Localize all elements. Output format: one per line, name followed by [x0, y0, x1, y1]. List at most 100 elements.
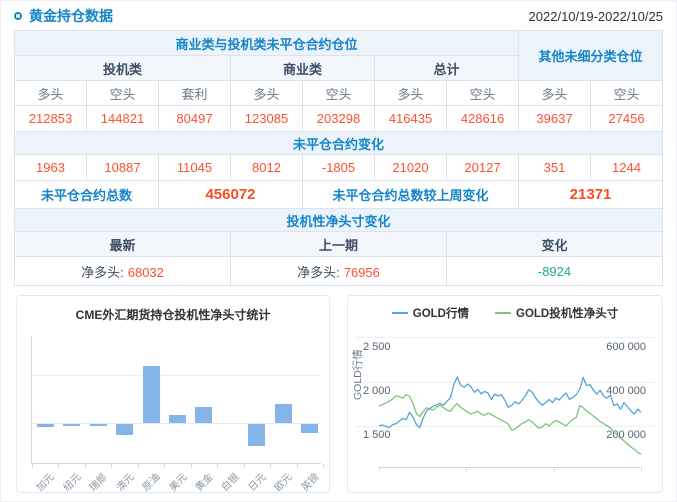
total-change-value: 21371 — [519, 181, 663, 209]
group-header-speculative: 投机类 — [15, 56, 231, 81]
total-change-label: 未平仓合约总数较上周变化 — [303, 181, 519, 209]
total-open-interest-value: 456072 — [159, 181, 303, 209]
page-title-wrap: 黄金持仓数据 — [14, 6, 113, 26]
x-axis-tick — [32, 464, 33, 468]
bar-黄金 — [195, 407, 212, 423]
change-value: 21020 — [375, 155, 447, 181]
bar-日元 — [248, 424, 265, 446]
category-label: 纽元 — [59, 469, 84, 494]
position-value: 416435 — [375, 106, 447, 132]
group-header-total: 总计 — [375, 56, 519, 81]
line-plot — [348, 296, 664, 496]
x-axis-tick — [138, 464, 139, 468]
section-header-net: 投机性净头寸变化 — [15, 209, 663, 232]
net-previous-value: 76956 — [344, 265, 380, 280]
bar-原油 — [143, 366, 160, 423]
change-value: -1805 — [303, 155, 375, 181]
x-axis-tick — [85, 464, 86, 468]
x-axis-tick — [554, 467, 555, 471]
bar-chart-title: CME外汇期货持仓投机性净头寸统计 — [17, 306, 329, 323]
total-open-interest-label: 未平仓合约总数 — [15, 181, 159, 209]
bar-美元 — [169, 415, 186, 423]
bar-欧元 — [275, 404, 292, 423]
col-header: 空头 — [87, 81, 159, 106]
x-axis-tick — [58, 464, 59, 468]
x-axis-tick — [217, 464, 218, 468]
section-header-main: 商业类与投机类未平仓合约仓位 — [15, 31, 519, 56]
net-change-value: -8924 — [447, 257, 663, 286]
bar-x-axis — [31, 463, 321, 464]
x-axis-tick — [111, 464, 112, 468]
change-value: 1963 — [15, 155, 87, 181]
group-header-commercial: 商业类 — [231, 56, 375, 81]
change-value: 20127 — [447, 155, 519, 181]
col-header: 多头 — [519, 81, 591, 106]
section-header-change: 未平仓合约变化 — [15, 132, 663, 155]
date-range: 2022/10/19-2022/10/25 — [529, 9, 663, 24]
change-value: 1244 — [591, 155, 663, 181]
circle-bullet-icon — [14, 12, 22, 20]
series-line-gold-price — [379, 377, 641, 428]
x-axis-tick — [191, 464, 192, 468]
net-latest-value: 68032 — [128, 265, 164, 280]
col-header: 空头 — [591, 81, 663, 106]
series-line-net-position — [379, 395, 641, 454]
gridline — [32, 375, 321, 376]
net-previous-label: 净多头: — [297, 265, 340, 280]
x-axis-tick — [466, 467, 467, 471]
category-label: 欧元 — [270, 469, 295, 494]
x-axis-tick — [323, 464, 324, 468]
col-header: 多头 — [231, 81, 303, 106]
category-label: 白银 — [217, 469, 242, 494]
category-label: 黄金 — [191, 469, 216, 494]
bar-chart-card: CME外汇期货持仓投机性净头寸统计 加元纽元瑞郎澳元原油美元黄金白银日元欧元英镑 — [16, 295, 330, 493]
net-latest-label: 净多头: — [81, 265, 124, 280]
net-col-latest: 最新 — [15, 232, 231, 257]
position-value: 123085 — [231, 106, 303, 132]
col-header: 空头 — [447, 81, 519, 106]
position-value: 27456 — [591, 106, 663, 132]
col-header: 空头 — [303, 81, 375, 106]
x-axis-tick — [379, 467, 380, 471]
net-col-previous: 上一期 — [231, 232, 447, 257]
section-header-other: 其他未细分类仓位 — [519, 31, 663, 81]
category-label: 日元 — [244, 469, 269, 494]
position-value: 203298 — [303, 106, 375, 132]
position-value: 80497 — [159, 106, 231, 132]
category-label: 美元 — [164, 469, 189, 494]
change-value: 10887 — [87, 155, 159, 181]
x-axis-tick — [270, 464, 271, 468]
category-label: 澳元 — [111, 469, 136, 494]
bar-y-axis — [31, 336, 32, 463]
category-label: 英镑 — [297, 469, 322, 494]
category-label: 原油 — [138, 469, 163, 494]
header-bar: 黄金持仓数据 2022/10/19-2022/10/25 — [14, 6, 663, 26]
change-value: 8012 — [231, 155, 303, 181]
position-value: 212853 — [15, 106, 87, 132]
bar-纽元 — [63, 424, 80, 426]
col-header: 多头 — [375, 81, 447, 106]
change-value: 11045 — [159, 155, 231, 181]
net-previous-cell: 净多头: 76956 — [231, 257, 447, 286]
category-label: 加元 — [32, 469, 57, 494]
line-chart-card: GOLD行情 GOLD投机性净头寸 2 500 2 000 1 500 600 … — [347, 295, 663, 493]
x-axis-tick — [641, 467, 642, 471]
x-axis-tick — [297, 464, 298, 468]
net-col-change: 变化 — [447, 232, 663, 257]
category-label: 瑞郎 — [85, 469, 110, 494]
col-header: 多头 — [15, 81, 87, 106]
net-latest-cell: 净多头: 68032 — [15, 257, 231, 286]
bar-瑞郎 — [90, 424, 107, 426]
position-value: 144821 — [87, 106, 159, 132]
x-axis-tick — [244, 464, 245, 468]
positions-table: 商业类与投机类未平仓合约仓位 其他未细分类仓位 投机类 商业类 总计 多头 空头… — [14, 30, 663, 286]
position-value: 39637 — [519, 106, 591, 132]
change-value: 351 — [519, 155, 591, 181]
position-value: 428616 — [447, 106, 519, 132]
col-header: 套利 — [159, 81, 231, 106]
page-title: 黄金持仓数据 — [29, 6, 113, 26]
bar-澳元 — [116, 424, 133, 435]
bar-英镑 — [301, 424, 318, 433]
x-axis-tick — [164, 464, 165, 468]
bar-加元 — [37, 424, 54, 427]
